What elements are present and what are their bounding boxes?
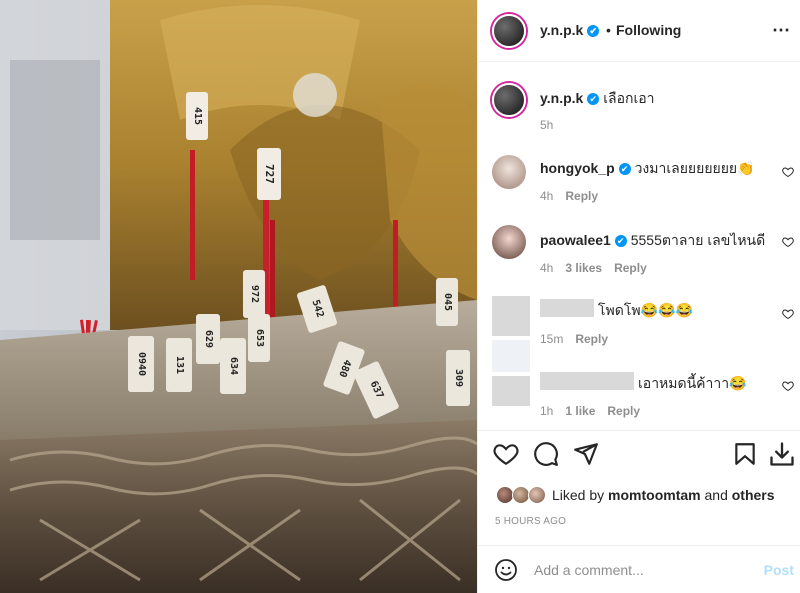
comment-meta: 15m Reply [540, 332, 608, 346]
reply-button[interactable]: Reply [607, 404, 640, 418]
liker-avatar[interactable] [528, 486, 546, 504]
caption-username[interactable]: y.n.p.k [540, 90, 583, 106]
comment-time: 4h [540, 261, 554, 275]
post-side-panel: y.n.p.k ✔ • Following ⋯ y.n.p.k ✔ เลือกเอา… [477, 0, 800, 593]
comment-username[interactable]: hongyok_p [540, 160, 615, 176]
bookmark-icon[interactable] [732, 441, 758, 467]
post-timestamp[interactable]: 5 HOURS AGO [495, 516, 566, 527]
reply-button[interactable]: Reply [575, 332, 608, 346]
comment-time: 1h [540, 404, 554, 418]
verified-badge-icon: ✔ [618, 163, 631, 175]
following-button[interactable]: Following [616, 22, 681, 38]
caption-avatar[interactable] [492, 83, 526, 117]
verified-badge-icon: ✔ [587, 25, 600, 37]
comment-like-heart-icon[interactable] [782, 236, 794, 248]
comment-like-heart-icon[interactable] [782, 308, 794, 320]
comment-likes[interactable]: 1 like [565, 404, 595, 418]
comment-icon[interactable] [533, 441, 559, 467]
comment-meta: 1h 1 like Reply [540, 404, 640, 418]
stick-label: 415 [186, 92, 208, 140]
comment-like-heart-icon[interactable] [782, 380, 794, 392]
redacted-username [540, 299, 594, 317]
reply-button[interactable]: Reply [565, 189, 598, 203]
stick-label: 727 [257, 148, 281, 200]
liked-by-user[interactable]: momtoomtam [608, 487, 701, 503]
comment-text: โพดโพ😂😂😂 [598, 302, 693, 318]
caption: y.n.p.k ✔ เลือกเอา [540, 88, 655, 110]
stick-label: 309 [446, 350, 470, 406]
liked-by-others[interactable]: others [732, 487, 775, 503]
separator-dot: • [606, 22, 611, 38]
redacted-avatar [492, 296, 530, 336]
comment-time: 4h [540, 189, 554, 203]
comment: paowalee1 ✔ 5555ตาลาย เลขไหนดี [540, 230, 765, 252]
post-comment-button[interactable]: Post [764, 562, 794, 578]
stick-label: 972 [243, 270, 265, 318]
liked-by-text: Liked by momtoomtam and others [552, 487, 775, 503]
heart-icon[interactable] [493, 441, 519, 467]
post-header: y.n.p.k ✔ • Following ⋯ [478, 0, 800, 62]
comment-avatar[interactable] [492, 225, 526, 259]
comment-meta: 4h 3 likes Reply [540, 261, 647, 275]
stick-label: 629 [196, 314, 220, 364]
redacted-username [540, 372, 634, 390]
comment-text: 5555ตาลาย เลขไหนดี [630, 232, 766, 248]
stick-label: 045 [436, 278, 458, 326]
comment-like-heart-icon[interactable] [782, 166, 794, 178]
instagram-post-view: 415 727 972 542 045 0940 131 634 629 653… [0, 0, 800, 593]
stick-label: 634 [220, 338, 246, 394]
download-icon[interactable] [768, 440, 796, 468]
stick-label: 0940 [128, 336, 154, 392]
caption-time: 5h [540, 118, 554, 132]
comment-text: เอาหมดนี้ค้าาา😂 [638, 375, 747, 391]
reply-button[interactable]: Reply [614, 261, 647, 275]
divider [478, 545, 800, 546]
share-icon[interactable] [573, 441, 599, 467]
comment-username[interactable]: paowalee1 [540, 232, 611, 248]
divider [478, 430, 800, 431]
comment-avatar[interactable] [492, 155, 526, 189]
stick-label: 131 [166, 338, 192, 392]
author-avatar[interactable] [492, 14, 526, 48]
author-username[interactable]: y.n.p.k ✔ [540, 22, 600, 38]
redacted-avatar [492, 340, 530, 372]
more-options-icon[interactable]: ⋯ [772, 20, 791, 41]
comment: hongyok_p ✔ วงมาเลยยยยยยย👏 [540, 158, 755, 180]
caption-text: เลือกเอา [603, 90, 655, 106]
comment-text: วงมาเลยยยยยยย👏 [634, 160, 755, 176]
liked-by-connector: and [704, 487, 728, 503]
verified-badge-icon: ✔ [614, 235, 627, 247]
comment-time: 15m [540, 332, 564, 346]
liked-by-prefix: Liked by [552, 487, 605, 503]
smiley-icon[interactable] [494, 558, 518, 582]
redacted-avatar [492, 376, 530, 406]
add-comment-input[interactable]: Add a comment... [534, 562, 644, 578]
comment-likes[interactable]: 3 likes [565, 261, 602, 275]
photo-scene [0, 0, 477, 593]
stick-label: 653 [248, 314, 270, 362]
verified-badge-icon: ✔ [587, 93, 600, 105]
post-photo[interactable]: 415 727 972 542 045 0940 131 634 629 653… [0, 0, 477, 593]
comment-meta: 4h Reply [540, 189, 598, 203]
author-username-text[interactable]: y.n.p.k [540, 22, 583, 38]
